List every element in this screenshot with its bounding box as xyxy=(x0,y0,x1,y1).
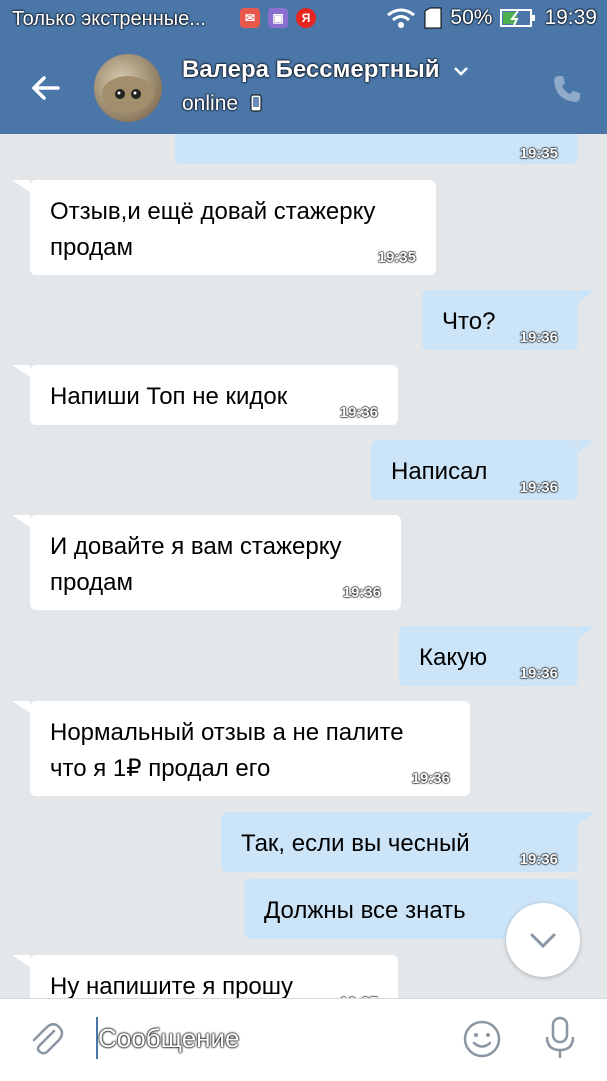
message-text: Какую xyxy=(419,644,488,671)
message-text: Ну напишите я прошу xyxy=(50,973,294,998)
message-bubble-outgoing[interactable]: Написал 19:36 xyxy=(371,440,578,500)
mail-app-icon: ✉ xyxy=(240,8,260,28)
contact-name[interactable]: Валера Бессмертный xyxy=(182,56,470,84)
message-time: 19:35 xyxy=(519,145,558,162)
message-text: Отзыв,и ещё довай стажерку продам xyxy=(50,198,376,261)
bubble-tail xyxy=(12,180,30,192)
microphone-icon[interactable] xyxy=(540,1015,580,1061)
message-text: Написал xyxy=(391,458,488,485)
scroll-to-bottom-button[interactable] xyxy=(506,903,580,977)
message-text: Напиши Топ не кидок xyxy=(50,383,288,410)
bubble-tail xyxy=(578,290,596,302)
message-time: 19:36 xyxy=(519,329,558,346)
bubble-tail xyxy=(578,626,596,638)
chat-header: Валера Бессмертный online xyxy=(0,38,607,134)
avatar[interactable] xyxy=(94,54,162,122)
message-bubble-incoming[interactable]: Нормальный отзыв а не палите что я 1₽ пр… xyxy=(30,701,470,796)
message-text: И довайте я вам стажерку продам xyxy=(50,533,342,596)
bubble-tail xyxy=(12,701,30,713)
status-right-group: 50% 19:39 xyxy=(386,6,597,30)
bubble-tail xyxy=(578,440,596,452)
message-bubble-incoming[interactable]: Отзыв,и ещё довай стажерку продам 19:35 xyxy=(30,180,436,275)
message-input[interactable]: Сообщение xyxy=(98,1023,240,1054)
message-bubble-incoming[interactable]: Ну напишите я прошу 19:37 xyxy=(30,955,398,998)
emoji-icon[interactable] xyxy=(462,1019,502,1059)
message-bubble-outgoing[interactable]: Так, если вы чесный 19:36 xyxy=(221,812,578,872)
status-time: 19:39 xyxy=(544,6,597,29)
message-bubble-outgoing[interactable]: Что? 19:36 xyxy=(422,290,578,350)
status-bar: Только экстренные... ✉ ▣ Я 50% 19:39 xyxy=(0,0,607,38)
message-text: Нормальный отзыв а не палите что я 1₽ пр… xyxy=(50,719,404,782)
message-bubble-outgoing[interactable]: 19:35 xyxy=(175,134,578,164)
wifi-icon xyxy=(387,8,416,28)
battery-icon xyxy=(500,9,536,27)
message-time: 19:37 xyxy=(340,985,378,998)
message-bubble-incoming[interactable]: Напиши Топ не кидок 19:36 xyxy=(30,365,398,425)
message-list[interactable]: 19:35 Отзыв,и ещё довай стажерку продам … xyxy=(0,134,607,998)
chevron-down-icon xyxy=(530,933,556,949)
sim-icon xyxy=(424,7,442,29)
phone-call-icon[interactable] xyxy=(550,72,584,106)
message-time: 19:36 xyxy=(519,479,558,496)
contact-status: online xyxy=(182,92,262,116)
bubble-tail xyxy=(12,365,30,377)
back-arrow-icon[interactable] xyxy=(24,66,68,110)
chevron-down-icon[interactable] xyxy=(452,65,470,77)
yandex-icon: Я xyxy=(296,8,316,28)
paperclip-icon[interactable] xyxy=(26,1019,66,1059)
message-time: 19:36 xyxy=(519,851,558,868)
bubble-tail xyxy=(12,955,30,967)
message-text: Должны все знать xyxy=(264,897,466,924)
message-time: 19:36 xyxy=(342,584,381,601)
status-app-icons: ✉ ▣ Я xyxy=(240,8,316,28)
bubble-tail xyxy=(578,812,596,824)
contact-name-text: Валера Бессмертный xyxy=(182,56,440,83)
message-text: Так, если вы чесный xyxy=(241,830,470,857)
message-time: 19:36 xyxy=(519,665,558,682)
gallery-app-icon: ▣ xyxy=(268,8,288,28)
message-time: 19:36 xyxy=(411,770,450,787)
mobile-device-icon xyxy=(250,94,262,112)
message-bubble-incoming[interactable]: И довайте я вам стажерку продам 19:36 xyxy=(30,515,401,610)
battery-percent: 50% xyxy=(450,6,493,29)
contact-status-text: online xyxy=(182,92,239,115)
message-bubble-outgoing[interactable]: Какую 19:36 xyxy=(399,626,578,686)
status-notification-text: Только экстренные... xyxy=(12,8,206,30)
message-time: 19:36 xyxy=(339,404,378,421)
avatar-image xyxy=(102,76,154,112)
bubble-tail xyxy=(12,515,30,527)
message-composer: Сообщение xyxy=(0,998,607,1081)
message-time: 19:35 xyxy=(377,249,416,266)
message-text: Что? xyxy=(442,308,496,335)
